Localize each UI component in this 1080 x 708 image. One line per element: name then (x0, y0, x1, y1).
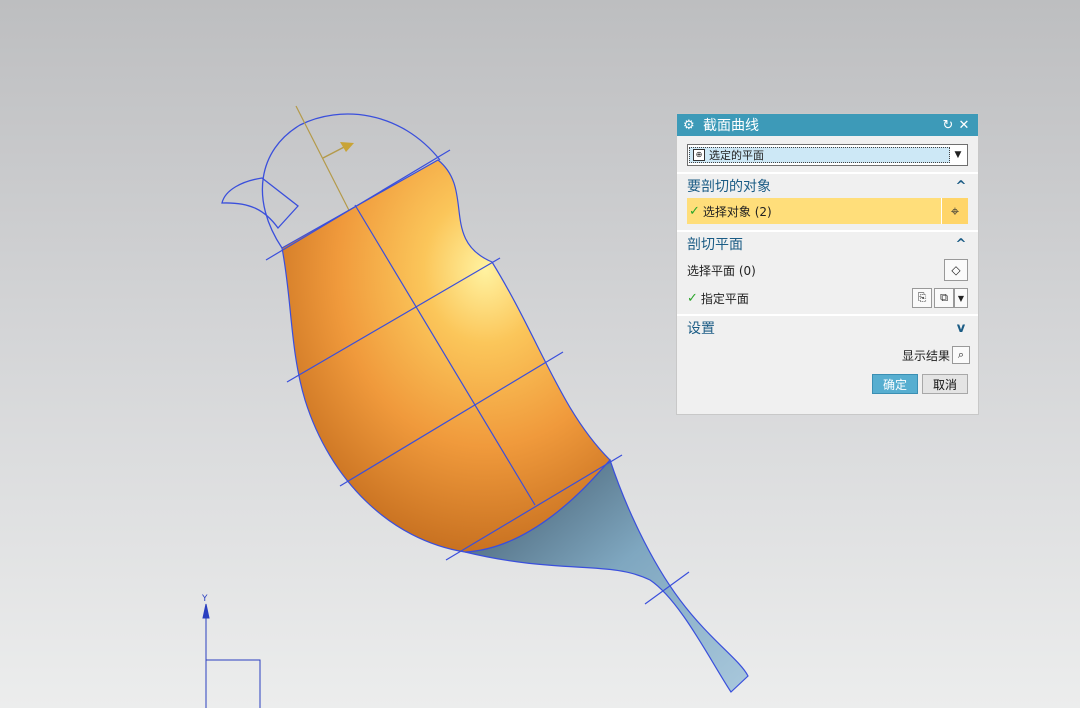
show-result-label: 显示结果 (901, 348, 950, 363)
reset-icon[interactable]: ↻ (940, 118, 956, 133)
chevron-down-icon[interactable]: ▼ (954, 288, 968, 308)
section-curve-dialog: ⚙ 截面曲线 ↻ ✕ ⊕ 选定的平面 ▼ 要剖切的对象 ^ ✓ 选择对象 (2)… (676, 113, 979, 415)
show-result-row: 显示结果 ⌕ (677, 340, 978, 366)
check-icon: ✓ (689, 203, 700, 219)
plane-select-icon[interactable]: ◇ (944, 259, 968, 281)
ok-button[interactable]: 确定 (871, 374, 918, 394)
dialog-title: 截面曲线 (703, 118, 759, 134)
wcs-triad (202, 603, 261, 708)
select-object-row[interactable]: ✓ 选择对象 (2) ⌖ (687, 198, 968, 224)
section-objects-title: 要剖切的对象 (687, 179, 771, 195)
select-plane-row[interactable]: 选择平面 (0) ◇ (677, 256, 978, 284)
select-plane-label: 选择平面 (0) (687, 263, 756, 278)
chevron-down-icon[interactable]: ▼ (950, 150, 966, 160)
settings-title: 设置 (687, 321, 715, 337)
chevron-down-icon[interactable]: v (954, 321, 968, 336)
beak-outline (221, 177, 299, 230)
select-object-label: 选择对象 (2) (702, 204, 772, 219)
gear-icon: ⚙ (683, 117, 695, 133)
cancel-button[interactable]: 取消 (921, 374, 968, 394)
type-select-value: 选定的平面 (709, 149, 764, 162)
specify-plane-row[interactable]: ✓ 指定平面 ⎘ ⧉ ▼ (677, 284, 978, 312)
y-axis-label: Y (202, 594, 208, 604)
plane-tool-icon[interactable]: ⧉ (934, 288, 954, 308)
dialog-titlebar: ⚙ 截面曲线 ↻ ✕ (677, 114, 978, 136)
plane-type-icon: ⊕ (693, 149, 705, 161)
specify-plane-label: 指定平面 (700, 291, 749, 306)
check-icon: ✓ (687, 290, 698, 306)
plane-dialog-icon[interactable]: ⎘ (912, 288, 932, 308)
magnifier-icon[interactable]: ⌕ (952, 346, 970, 364)
crosshair-icon[interactable]: ⌖ (941, 198, 968, 224)
chevron-up-icon[interactable]: ^ (954, 179, 968, 194)
settings-header[interactable]: 设置 v (677, 314, 978, 340)
type-select[interactable]: ⊕ 选定的平面 ▼ (687, 144, 968, 166)
chevron-up-icon[interactable]: ^ (954, 237, 968, 252)
section-plane-title: 剖切平面 (687, 237, 743, 253)
section-plane-header[interactable]: 剖切平面 ^ (677, 230, 978, 256)
close-icon[interactable]: ✕ (956, 118, 972, 133)
section-objects-header[interactable]: 要剖切的对象 ^ (677, 172, 978, 198)
